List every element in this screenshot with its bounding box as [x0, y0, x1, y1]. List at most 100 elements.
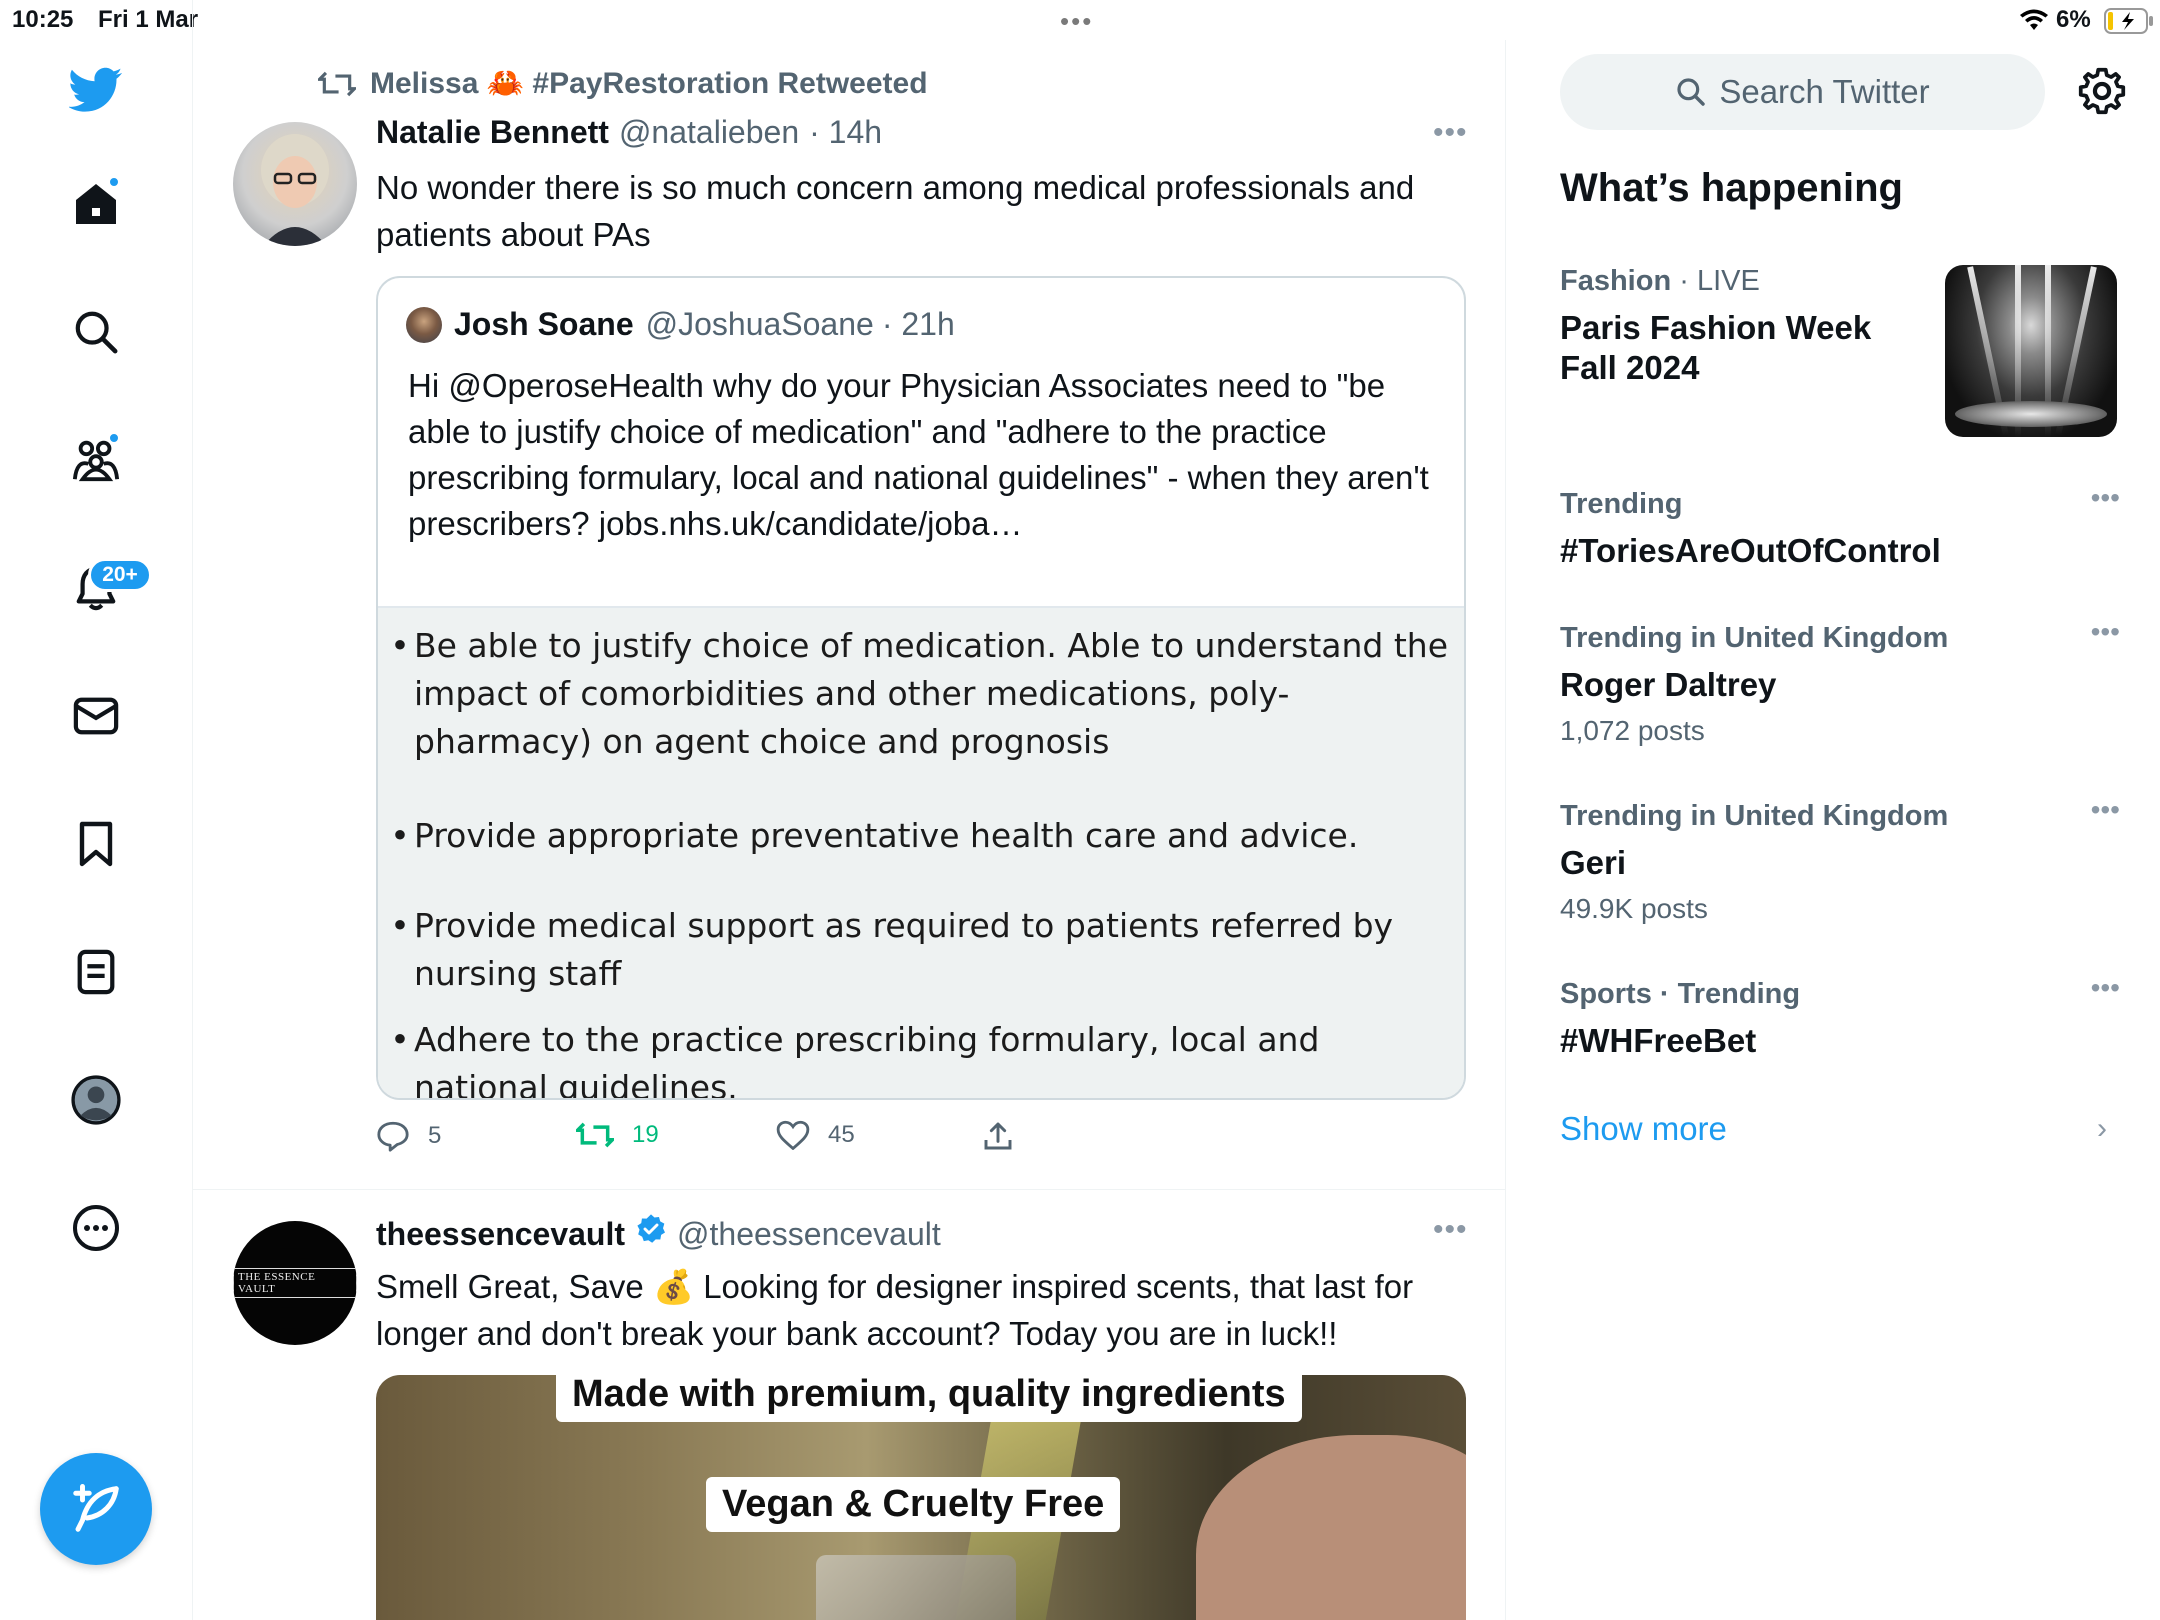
quoted-tweet-header: Josh Soane @JoshuaSoane · 21h — [406, 306, 955, 343]
home-unread-dot — [108, 176, 120, 188]
tweet-header: theessencevault @theessencevault — [376, 1213, 941, 1253]
more-options-icon[interactable] — [68, 1200, 124, 1256]
quoted-tweet-time: · 21h — [881, 306, 955, 342]
reply-icon — [377, 1121, 409, 1152]
multitasking-dots-icon[interactable]: ••• — [1060, 6, 1093, 37]
explore-search-icon[interactable] — [68, 304, 124, 360]
show-more-link[interactable]: Show more — [1560, 1110, 1727, 1148]
whats-happening-title: What’s happening — [1560, 166, 1903, 210]
chevron-right-icon: › — [2097, 1112, 2107, 1145]
tweet-media-video[interactable]: Made with premium, quality ingredients V… — [376, 1375, 1466, 1620]
heart-icon — [776, 1120, 810, 1150]
quoted-author-handle: @JoshuaSoane — [645, 306, 874, 342]
notifications-badge: 20+ — [88, 558, 152, 592]
tweet-actions: 5 19 45 — [376, 1120, 1476, 1170]
wifi-icon — [2020, 9, 2048, 30]
lists-icon[interactable] — [68, 944, 124, 1000]
author-avatar[interactable] — [233, 122, 357, 246]
bullet-text: Provide medical support as required to p… — [414, 906, 1394, 993]
list-item: • Be able to justify choice of medication… — [386, 622, 1456, 766]
retweet-button[interactable]: 19 — [576, 1120, 659, 1150]
trend-item[interactable]: Trending in United Kingdom Roger Daltrey… — [1560, 616, 2120, 747]
retweet-icon — [318, 71, 356, 96]
tweet-header: Natalie Bennett @natalieben · 14h — [376, 114, 882, 151]
author-name[interactable]: Natalie Bennett — [376, 114, 609, 151]
trend-more-icon[interactable]: ••• — [2091, 972, 2120, 1004]
retweeted-by-text[interactable]: Melissa 🦀 #PayRestoration Retweeted — [370, 66, 928, 101]
tweet-more-icon[interactable]: ••• — [1433, 1213, 1468, 1247]
list-item: • Provide medical support as required to … — [386, 902, 1456, 998]
trend-post-count: 1,072 posts — [1560, 715, 1705, 746]
timeline: Melissa 🦀 #PayRestoration Retweeted Nata… — [193, 40, 1506, 1620]
share-button[interactable] — [982, 1120, 1014, 1152]
quoted-tweet-image[interactable]: • Be able to justify choice of medication… — [378, 606, 1464, 1098]
trend-category: Trending in United Kingdom — [1560, 622, 2120, 655]
media-hand — [1196, 1435, 1466, 1620]
retweet-action-icon — [576, 1122, 614, 1148]
messages-envelope-icon[interactable] — [68, 688, 124, 744]
trend-more-icon[interactable]: ••• — [2091, 616, 2120, 648]
trend-item[interactable]: Sports · Trending #WHFreeBet ••• — [1560, 972, 2120, 1061]
reply-count: 5 — [428, 1122, 442, 1149]
trend-title: Roger Daltrey — [1560, 666, 1777, 703]
tweet[interactable]: THE ESSENCE VAULT theessencevault @thees… — [193, 1191, 1505, 1620]
compose-tweet-button[interactable] — [40, 1453, 152, 1565]
communities-unread-dot — [108, 432, 120, 444]
search-icon — [1677, 78, 1706, 106]
trend-category-label: Sports · Trending — [1560, 978, 1801, 1010]
tweet-text: Smell Great, Save 💰 Looking for designer… — [376, 1268, 1414, 1352]
tweet-text: No wonder there is so much concern among… — [376, 169, 1415, 253]
trend-category-label: Trending — [1560, 488, 1683, 520]
author-avatar[interactable]: THE ESSENCE VAULT — [233, 1221, 357, 1345]
image-runway — [1955, 401, 2107, 427]
retweet-count: 19 — [632, 1121, 659, 1148]
quoted-author-avatar — [406, 306, 442, 343]
battery-icon — [2104, 8, 2153, 34]
retweet-context: Melissa 🦀 #PayRestoration Retweeted — [318, 66, 928, 101]
bullet-text: Be able to justify choice of medication.… — [414, 626, 1449, 761]
trend-category: Trending in United Kingdom — [1560, 800, 2120, 833]
search-input[interactable]: Search Twitter — [1560, 54, 2045, 130]
bookmark-icon[interactable] — [68, 816, 124, 872]
profile-avatar-icon[interactable] — [68, 1072, 124, 1128]
avatar-logo-text: THE ESSENCE VAULT — [233, 1268, 357, 1298]
search-placeholder: Search Twitter — [1719, 73, 1930, 110]
like-count: 45 — [828, 1121, 855, 1148]
like-button[interactable]: 45 — [776, 1120, 855, 1150]
trend-category-label: Trending in United Kingdom — [1560, 622, 1949, 654]
trend-live-label: · LIVE — [1671, 265, 1760, 297]
trend-item[interactable]: Trending in United Kingdom Geri 49.9K po… — [1560, 794, 2120, 925]
trend-category: Sports · Trending — [1560, 978, 2120, 1011]
settings-gear-icon[interactable] — [2077, 66, 2127, 116]
tweet-more-icon[interactable]: ••• — [1433, 116, 1468, 150]
author-name[interactable]: theessencevault — [376, 1216, 625, 1253]
trend-thumbnail-image[interactable] — [1945, 265, 2117, 437]
tweet[interactable]: Melissa 🦀 #PayRestoration Retweeted Nata… — [193, 40, 1505, 1190]
reply-button[interactable]: 5 — [376, 1120, 441, 1152]
trend-item[interactable]: Trending #ToriesAreOutOfControl ••• — [1560, 482, 2120, 571]
list-item: • Provide appropriate preventative health… — [386, 812, 1456, 860]
trend-category: Trending — [1560, 488, 2120, 521]
battery-percent: 6% — [2056, 6, 2091, 33]
bullet-text: Provide appropriate preventative health … — [414, 816, 1359, 855]
home-icon[interactable] — [68, 176, 124, 232]
communities-icon[interactable] — [68, 432, 124, 488]
trend-title: #ToriesAreOutOfControl — [1560, 532, 1941, 569]
quoted-tweet-text: Hi @OperoseHealth why do your Physician … — [408, 367, 1429, 542]
trend-more-icon[interactable]: ••• — [2091, 482, 2120, 514]
media-caption: Made with premium, quality ingredients — [556, 1375, 1302, 1422]
trend-title: Paris Fashion Week Fall 2024 — [1560, 309, 1872, 386]
tweet-time[interactable]: · 14h — [809, 114, 882, 151]
trend-title: #WHFreeBet — [1560, 1022, 1757, 1059]
trend-more-icon[interactable]: ••• — [2091, 794, 2120, 826]
quoted-author-name: Josh Soane — [454, 306, 634, 342]
twitter-logo-icon[interactable] — [68, 62, 124, 118]
author-handle[interactable]: @natalieben — [619, 114, 799, 151]
quoted-tweet[interactable]: Josh Soane @JoshuaSoane · 21h Hi @Operos… — [376, 276, 1466, 1100]
left-navigation: 20+ — [0, 0, 193, 1620]
compose-feather-icon — [73, 1484, 119, 1532]
author-handle[interactable]: @theessencevault — [677, 1216, 941, 1253]
trend-category-label: Fashion — [1560, 265, 1672, 297]
trend-title: Geri — [1560, 844, 1627, 881]
right-sidebar: Search Twitter What’s happening Fashion … — [1507, 40, 2160, 1620]
